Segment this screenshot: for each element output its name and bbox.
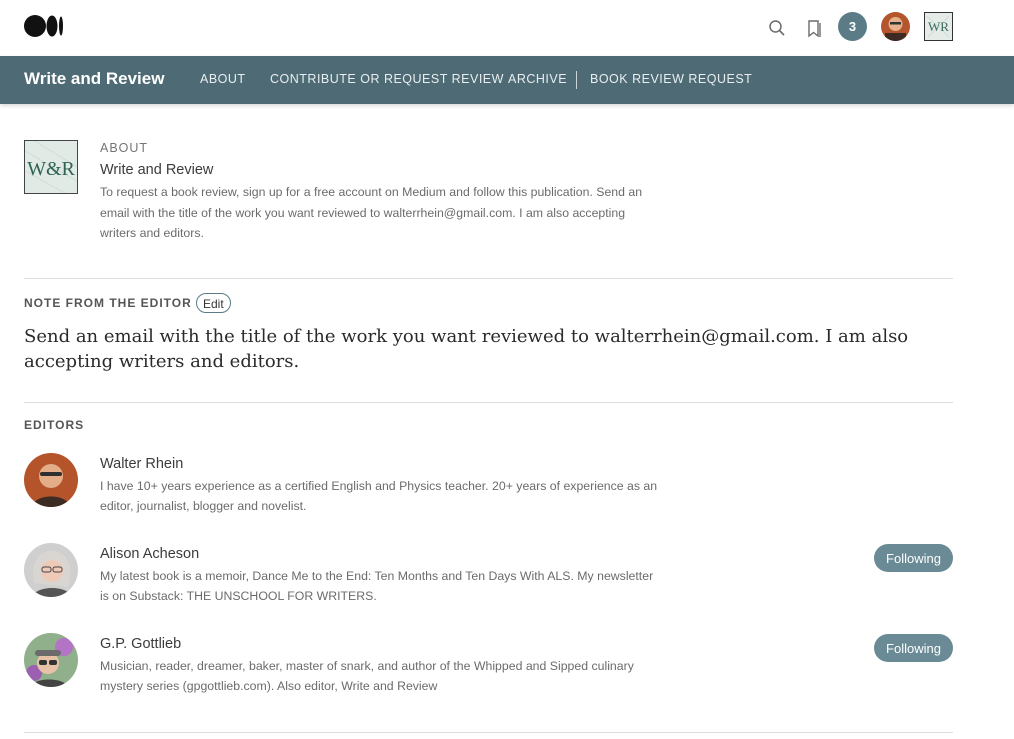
publication-nav-bar: Write and Review ABOUT CONTRIBUTE OR REQ… — [0, 56, 1014, 104]
nav-about[interactable]: ABOUT — [200, 72, 246, 86]
about-title: Write and Review — [100, 162, 214, 178]
note-label: NOTE FROM THE EDITOR — [24, 296, 192, 310]
nav-book-review-request[interactable]: BOOK REVIEW REQUEST — [590, 72, 752, 86]
editor-bio: My latest book is a memoir, Dance Me to … — [100, 569, 654, 603]
nav-separator — [576, 71, 577, 89]
following-button[interactable]: Following — [874, 544, 953, 572]
divider — [24, 278, 953, 279]
editor-avatar[interactable] — [24, 543, 78, 597]
search-icon[interactable] — [763, 14, 791, 42]
user-avatar[interactable] — [881, 12, 910, 41]
editors-label: EDITORS — [24, 418, 85, 432]
publication-logo: W&R — [24, 140, 78, 194]
editor-bio: I have 10+ years experience as a certifi… — [100, 479, 658, 513]
nav-archive[interactable]: ARCHIVE — [508, 72, 567, 86]
publication-title[interactable]: Write and Review — [24, 69, 164, 89]
editor-bio: Musician, reader, dreamer, baker, master… — [100, 659, 634, 693]
about-description: To request a book review, sign up for a … — [100, 185, 643, 240]
bookmarks-icon[interactable] — [800, 14, 828, 42]
publication-monogram: WR — [928, 19, 949, 34]
following-button[interactable]: Following — [874, 634, 953, 662]
top-bar: 3 WR — [0, 0, 1014, 56]
divider — [24, 402, 953, 403]
divider — [24, 732, 953, 733]
editor-name[interactable]: G.P. Gottlieb — [100, 636, 181, 652]
edit-note-button[interactable]: Edit — [196, 293, 231, 313]
publication-logo-monogram: W&R — [27, 158, 75, 180]
editor-avatar[interactable] — [24, 453, 78, 507]
note-text: Send an email with the title of the work… — [24, 326, 909, 372]
editor-avatar[interactable] — [24, 633, 78, 687]
notifications-badge[interactable]: 3 — [838, 12, 867, 41]
medium-logo-icon[interactable] — [24, 15, 64, 37]
about-label: ABOUT — [100, 141, 149, 155]
publication-avatar[interactable]: WR — [924, 12, 953, 41]
nav-contribute[interactable]: CONTRIBUTE OR REQUEST REVIEW — [270, 72, 504, 86]
editor-name[interactable]: Walter Rhein — [100, 456, 183, 472]
editor-name[interactable]: Alison Acheson — [100, 546, 199, 562]
